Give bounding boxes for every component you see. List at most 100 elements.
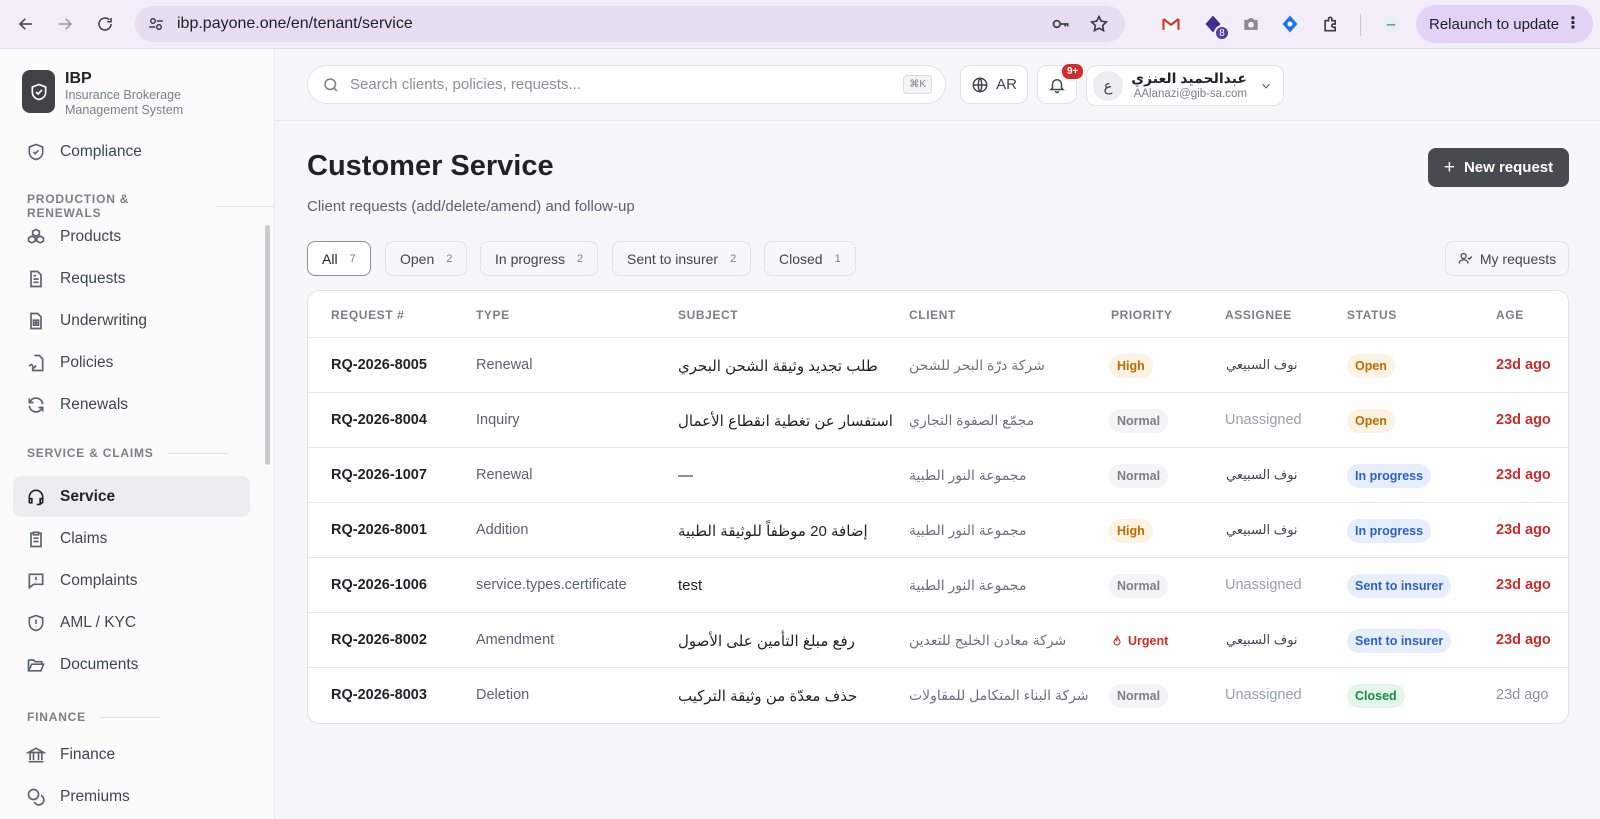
- shield-alert-icon: [28, 614, 44, 631]
- address-bar[interactable]: ibp.payone.one/en/tenant/service: [135, 6, 1125, 42]
- page-title: Customer Service: [307, 150, 554, 182]
- tab-closed[interactable]: Closed 1: [764, 241, 856, 276]
- brand-subtitle: Insurance Brokerage Management System: [65, 88, 184, 117]
- my-requests-button[interactable]: My requests: [1445, 241, 1569, 276]
- request-age: 23d ago: [1496, 467, 1551, 483]
- request-age: 23d ago: [1496, 412, 1551, 428]
- sidebar-item-service[interactable]: Service: [13, 476, 250, 517]
- clipboard-list-icon: [30, 531, 42, 547]
- password-key-icon[interactable]: [1051, 14, 1071, 34]
- request-type: Addition: [476, 522, 529, 538]
- status-badge: In progress: [1347, 519, 1432, 543]
- tag-extension-icon[interactable]: [1279, 13, 1301, 35]
- shield-logo-icon: [22, 70, 55, 113]
- column-header[interactable]: TYPE: [476, 308, 510, 322]
- sidebar-item-documents[interactable]: Documents: [13, 644, 250, 685]
- request-id[interactable]: RQ-2026-8004: [331, 412, 427, 428]
- extensions-puzzle-icon[interactable]: [1320, 13, 1342, 35]
- table-row[interactable]: RQ-2026-8001 Addition إضافة 20 موظفاً لل…: [308, 503, 1568, 558]
- sidebar-item-aml-kyc[interactable]: AML / KYC: [13, 602, 250, 643]
- column-header[interactable]: SUBJECT: [678, 308, 738, 322]
- request-id[interactable]: RQ-2026-1007: [331, 467, 427, 483]
- site-settings-icon[interactable]: [147, 15, 165, 33]
- column-header[interactable]: STATUS: [1347, 308, 1397, 322]
- sidebar-item-claims[interactable]: Claims: [13, 518, 250, 559]
- request-client: مجموعة النور الطبية: [909, 577, 1027, 593]
- column-header[interactable]: AGE: [1496, 308, 1524, 322]
- reload-icon[interactable]: [90, 9, 120, 39]
- search-shortcut: ⌘K: [903, 75, 932, 94]
- table-row[interactable]: RQ-2026-8003 Deletion حذف معدّة من وثيقة…: [308, 668, 1568, 723]
- relaunch-label: Relaunch to update: [1429, 15, 1560, 33]
- request-assignee: نوف السبيعي: [1226, 467, 1298, 482]
- sidebar-scrollbar[interactable]: [265, 225, 270, 465]
- user-menu-button[interactable]: ع عبدالحميد العنزي AAlanazi@gib-sa.com: [1086, 65, 1284, 106]
- global-search[interactable]: ⌘K: [307, 65, 946, 104]
- request-assignee: نوف السبيعي: [1226, 522, 1298, 537]
- request-id[interactable]: RQ-2026-8002: [331, 632, 427, 648]
- sidebar-item-complaints[interactable]: Complaints: [13, 560, 250, 601]
- boxes-icon: [27, 228, 45, 244]
- sidebar-item-requests[interactable]: Requests: [13, 258, 250, 299]
- file-spreadsheet-icon: [30, 312, 42, 329]
- language-toggle-button[interactable]: AR: [960, 65, 1028, 104]
- file-text-icon: [30, 270, 42, 287]
- priority-badge: Normal: [1109, 684, 1169, 708]
- brand[interactable]: IBP Insurance Brokerage Management Syste…: [22, 70, 215, 118]
- sidebar-item-premiums[interactable]: Premiums: [13, 776, 250, 817]
- sidebar-item-renewals[interactable]: Renewals: [13, 384, 250, 425]
- relaunch-button[interactable]: Relaunch to update ⋮: [1416, 5, 1593, 43]
- request-client: مجمّع الصفوة التجاري: [909, 412, 1035, 428]
- camera-extension-icon[interactable]: [1240, 13, 1262, 35]
- status-badge: Open: [1347, 409, 1395, 433]
- user-name: عبدالحميد العنزي: [1131, 70, 1247, 86]
- sidebar-item-finance[interactable]: Finance: [13, 734, 250, 775]
- headset-icon: [28, 489, 44, 505]
- tab-all[interactable]: All 7: [307, 241, 371, 276]
- tab-in-progress[interactable]: In progress 2: [480, 241, 599, 276]
- sidebar: IBP Insurance Brokerage Management Syste…: [0, 49, 275, 819]
- sidebar-item-label: Compliance: [60, 142, 142, 160]
- tab-sent-to-insurer[interactable]: Sent to insurer 2: [612, 241, 752, 276]
- back-icon[interactable]: [11, 9, 41, 39]
- request-id[interactable]: RQ-2026-8005: [331, 357, 427, 373]
- search-input[interactable]: [350, 76, 890, 93]
- notifications-button[interactable]: 9+: [1037, 62, 1086, 104]
- request-type: Inquiry: [476, 412, 520, 428]
- tab-open[interactable]: Open 2: [385, 241, 468, 276]
- request-subject: test: [678, 577, 703, 594]
- priority-badge: Normal: [1109, 574, 1169, 598]
- sidebar-item-label: Requests: [60, 269, 126, 287]
- status-badge: Closed: [1347, 684, 1405, 708]
- tab-count: 1: [834, 252, 841, 265]
- sidebar-item-products[interactable]: Products: [13, 216, 250, 257]
- sidebar-item-policies[interactable]: Policies: [13, 342, 250, 383]
- request-type: Amendment: [476, 632, 555, 648]
- request-id[interactable]: RQ-2026-8003: [331, 687, 427, 703]
- table-row[interactable]: RQ-2026-8002 Amendment رفع مبلغ التأمين …: [308, 613, 1568, 668]
- gmail-extension-icon[interactable]: [1160, 13, 1182, 35]
- table-row[interactable]: RQ-2026-8005 Renewal طلب تجديد وثيقة الش…: [308, 338, 1568, 393]
- new-request-button[interactable]: + New request: [1428, 148, 1569, 187]
- section-title: FINANCE: [27, 710, 86, 724]
- bookmark-star-icon[interactable]: [1089, 14, 1109, 34]
- table-row[interactable]: RQ-2026-8004 Inquiry استفسار عن تغطية ان…: [308, 393, 1568, 448]
- forward-icon[interactable]: [50, 9, 80, 39]
- column-header[interactable]: REQUEST #: [331, 308, 404, 322]
- toolbar-divider: [1360, 14, 1361, 36]
- table-row[interactable]: RQ-2026-1006 service.types.certificate t…: [308, 558, 1568, 613]
- extension-diamond-icon[interactable]: 8: [1202, 13, 1230, 41]
- table-row[interactable]: RQ-2026-1007 Renewal — مجموعة النور الطب…: [308, 448, 1568, 503]
- column-header[interactable]: PRIORITY: [1111, 308, 1172, 322]
- sidebar-item-label: Underwriting: [60, 311, 148, 329]
- column-header[interactable]: ASSIGNEE: [1225, 308, 1292, 322]
- column-header[interactable]: CLIENT: [909, 308, 956, 322]
- more-menu-icon[interactable]: ⋮: [1565, 15, 1581, 33]
- sidebar-item-underwriting[interactable]: Underwriting: [13, 300, 250, 341]
- sidebar-item-compliance[interactable]: Compliance: [13, 131, 250, 172]
- profile-avatar-icon[interactable]: [1380, 13, 1402, 35]
- request-id[interactable]: RQ-2026-8001: [331, 522, 427, 538]
- request-id[interactable]: RQ-2026-1006: [331, 577, 427, 593]
- request-type: Renewal: [476, 357, 533, 373]
- top-bar: ⌘K AR 9+ ع عبدالحميد العنزي AAlanazi@gib…: [275, 49, 1600, 121]
